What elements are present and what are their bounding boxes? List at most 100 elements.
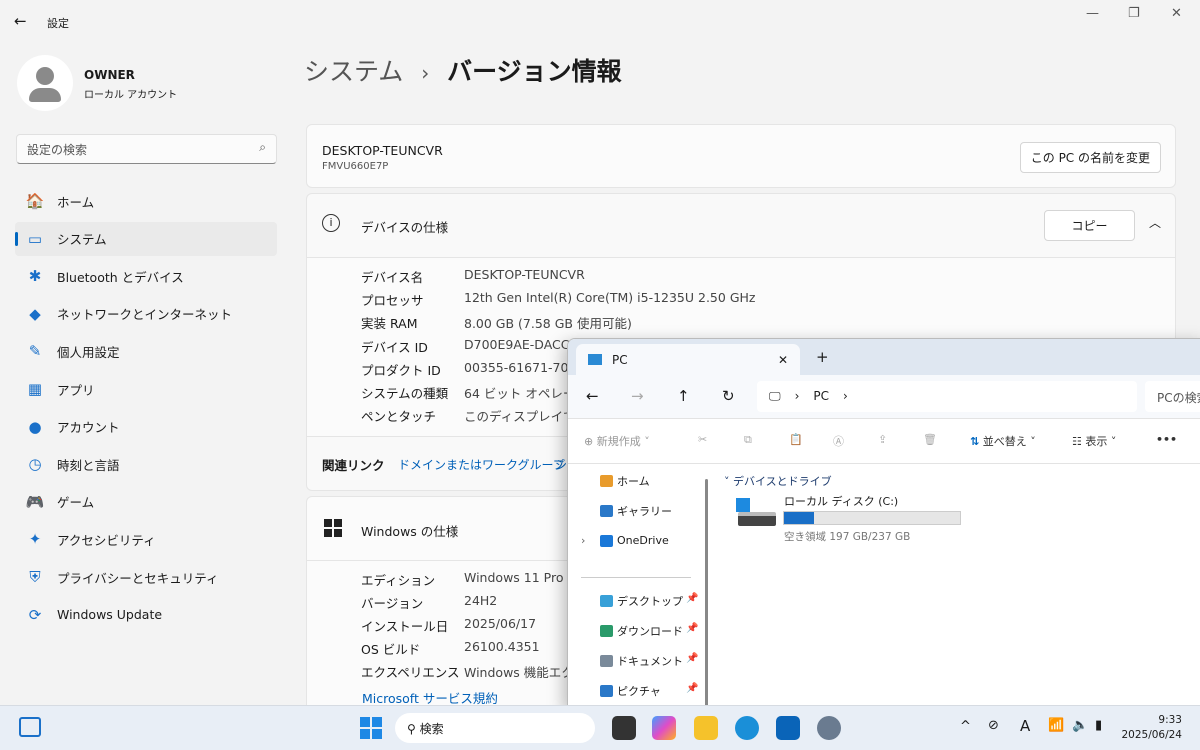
sidebar-item-3[interactable]: ◆ ネットワークとインターネット xyxy=(15,297,277,331)
info-icon: i xyxy=(322,214,340,232)
nav-item-3[interactable]: デスクトップ xyxy=(600,593,683,609)
start-button[interactable] xyxy=(360,717,382,739)
sidebar-item-9[interactable]: ✦ アクセシビリティ xyxy=(15,522,277,556)
sidebar-item-1[interactable]: ▭ システム xyxy=(15,221,277,256)
settings-gear-icon[interactable] xyxy=(817,716,841,740)
windows-spec-label: バージョン xyxy=(361,596,424,611)
nav-item-4[interactable]: ダウンロード xyxy=(600,623,683,639)
tab-label: PC xyxy=(612,352,628,367)
rename-pc-button[interactable]: この PC の名前を変更 xyxy=(1019,142,1161,173)
windows-logo-icon xyxy=(324,519,342,537)
collapse-chevron-icon[interactable]: ︿ xyxy=(1149,214,1161,231)
taskbar: ⚲ 検索 ^ ⊘ A 📶 🔈 ▮ 9:33 2025/06/24 xyxy=(0,705,1200,750)
pin-icon[interactable]: 📌 xyxy=(686,653,698,664)
windows-spec-label: エディション xyxy=(361,573,436,588)
sidebar-item-10[interactable]: ⛨ プライバシーとセキュリティ xyxy=(15,560,277,594)
back-arrow-icon[interactable]: ← xyxy=(14,12,27,30)
accessibility-icon: ✦ xyxy=(28,530,42,549)
breadcrumb-system[interactable]: システム xyxy=(304,57,403,86)
file-explorer-window: PC ✕ + ← → ↑ ↻ 🖵›PC› PCの検索 ⊕ 新規作成 ˅ ✂ ⧉ … xyxy=(567,338,1200,708)
sidebar-item-label: ゲーム xyxy=(57,495,95,511)
up-icon[interactable]: ↑ xyxy=(677,387,690,405)
new-tab-button[interactable]: + xyxy=(816,348,829,366)
nav-item-6[interactable]: ピクチャ xyxy=(600,683,661,699)
share-icon[interactable]: ⇪ xyxy=(878,433,887,446)
refresh-icon[interactable]: ↻ xyxy=(722,387,735,405)
explorer-tab-pc[interactable]: PC ✕ xyxy=(576,344,800,375)
paste-icon[interactable]: 📋 xyxy=(789,433,803,446)
widgets-icon[interactable] xyxy=(19,717,41,737)
sidebar-item-label: システム xyxy=(57,232,107,248)
domain-workgroup-link[interactable]: ドメインまたはワークグループ xyxy=(398,456,565,473)
drive-usage-bar xyxy=(783,511,961,525)
wifi-icon[interactable]: 📶 xyxy=(1048,718,1064,733)
sidebar-item-label: 個人用設定 xyxy=(57,344,120,360)
spec-value: D700E9AE-DACC- xyxy=(464,336,574,352)
copy-button[interactable]: コピー xyxy=(1044,210,1135,241)
drive-icon xyxy=(736,498,776,530)
folder-icon xyxy=(600,475,613,487)
settings-search-input[interactable]: 設定の検索 ⌕ xyxy=(16,134,277,164)
address-pc[interactable]: PC xyxy=(813,389,829,403)
search-icon: ⌕ xyxy=(259,140,266,154)
sidebar-item-5[interactable]: ▦ アプリ xyxy=(15,372,277,406)
section-devices[interactable]: ˅ デバイスとドライブ xyxy=(724,473,832,489)
sidebar-item-2[interactable]: ✱ Bluetooth とデバイス xyxy=(15,259,277,293)
drive-name[interactable]: ローカル ディスク (C:) xyxy=(784,493,898,509)
clock-icon: ◷ xyxy=(28,455,42,474)
file-explorer-icon[interactable] xyxy=(694,716,718,740)
nav-item-1[interactable]: ギャラリー xyxy=(600,503,672,519)
breadcrumb-separator: › xyxy=(421,61,430,85)
copilot-icon[interactable] xyxy=(652,716,676,740)
sidebar-item-8[interactable]: 🎮 ゲーム xyxy=(15,485,277,519)
nav-item-0[interactable]: ホーム xyxy=(600,473,650,489)
battery-icon[interactable]: ▮ xyxy=(1095,718,1102,733)
sidebar-item-label: アプリ xyxy=(57,382,95,398)
sidebar-item-label: Windows Update xyxy=(57,607,163,623)
nav-scrollbar[interactable] xyxy=(705,479,708,707)
sidebar-item-6[interactable]: ● アカウント xyxy=(15,410,277,444)
show-hidden-icons[interactable]: ^ xyxy=(960,719,971,734)
minimize-button[interactable]: — xyxy=(1086,6,1099,21)
sort-button[interactable]: ⇅ 並べ替え ˅ xyxy=(970,433,1036,449)
clock[interactable]: 9:33 2025/06/24 xyxy=(1121,713,1182,743)
spec-label: ペンとタッチ xyxy=(361,409,437,425)
shield-icon: ⛨ xyxy=(29,568,41,586)
outlook-icon[interactable] xyxy=(776,716,800,740)
expand-chevron-icon[interactable]: › xyxy=(581,534,585,547)
device-model: FMVU660E7P xyxy=(322,161,389,172)
more-button[interactable]: ••• xyxy=(1156,433,1177,446)
spec-label: 実装 RAM xyxy=(361,316,418,332)
cut-icon[interactable]: ✂ xyxy=(698,433,707,446)
back-icon[interactable]: ← xyxy=(586,387,599,405)
view-button[interactable]: ☷ 表示 ˅ xyxy=(1072,433,1116,449)
close-button[interactable]: ✕ xyxy=(1171,6,1182,21)
task-view-icon[interactable] xyxy=(612,716,636,740)
edge-icon[interactable] xyxy=(735,716,759,740)
pin-icon[interactable]: 📌 xyxy=(686,593,698,604)
network-off-icon[interactable]: ⊘ xyxy=(988,718,999,733)
sidebar-item-11[interactable]: ⟳ Windows Update xyxy=(15,598,277,632)
taskbar-search[interactable]: ⚲ 検索 xyxy=(395,713,595,743)
address-bar[interactable]: 🖵 › PC › xyxy=(757,381,1137,412)
close-tab-icon[interactable]: ✕ xyxy=(778,353,788,367)
pin-icon[interactable]: 📌 xyxy=(686,683,698,694)
maximize-button[interactable]: ❐ xyxy=(1128,6,1140,21)
ime-icon[interactable]: A xyxy=(1020,717,1030,735)
sidebar-item-7[interactable]: ◷ 時刻と言語 xyxy=(15,447,277,481)
new-button[interactable]: ⊕ 新規作成 ˅ xyxy=(584,433,650,449)
delete-icon[interactable]: 🗑 xyxy=(923,433,937,446)
sidebar-item-label: アクセシビリティ xyxy=(57,532,156,548)
nav-item-2[interactable]: OneDrive xyxy=(600,534,669,547)
rename-icon[interactable]: Ⓐ xyxy=(833,433,844,449)
related-link-2[interactable]: シ xyxy=(555,456,567,473)
sidebar-item-0[interactable]: 🏠 ホーム xyxy=(15,184,277,218)
sidebar-item-label: ネットワークとインターネット xyxy=(57,307,233,323)
pin-icon[interactable]: 📌 xyxy=(686,623,698,634)
sidebar-item-4[interactable]: ✎ 個人用設定 xyxy=(15,334,277,368)
forward-icon[interactable]: → xyxy=(631,387,644,405)
nav-item-5[interactable]: ドキュメント xyxy=(600,653,683,669)
volume-icon[interactable]: 🔈 xyxy=(1072,718,1088,733)
copy-icon[interactable]: ⧉ xyxy=(744,433,752,447)
explorer-search-input[interactable]: PCの検索 xyxy=(1145,381,1200,412)
